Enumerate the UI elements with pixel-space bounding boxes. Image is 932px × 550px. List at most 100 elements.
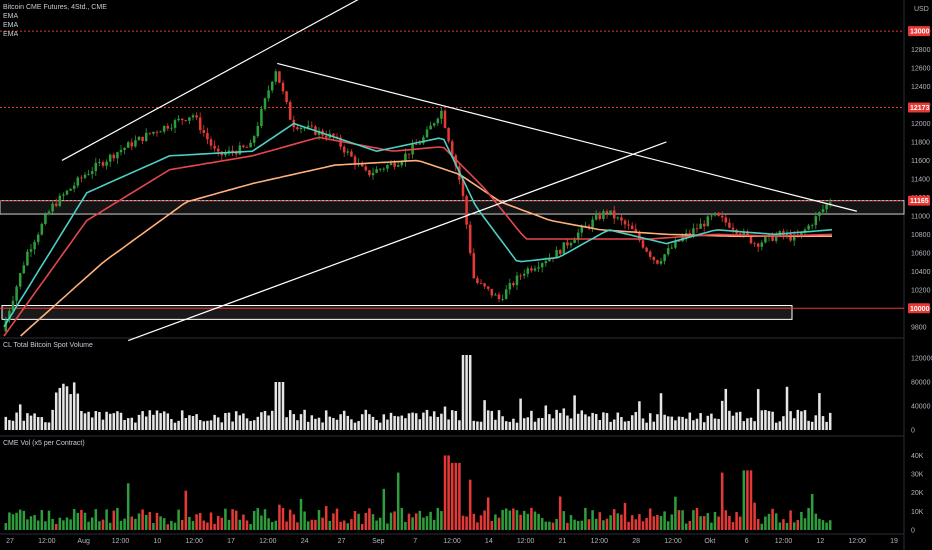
candle-body [83, 174, 87, 178]
cme-volume-bar [605, 518, 609, 530]
cme-volume-bar [342, 520, 346, 530]
indicator-ema-3[interactable]: EMA [3, 30, 107, 39]
volume-bar [767, 411, 771, 430]
cme-volume-bar [332, 513, 335, 530]
x-axis-tick: 12:00 [259, 538, 277, 545]
candle-body [720, 215, 724, 218]
cme-axis-tick: 10K [911, 509, 924, 516]
cme-volume-bar [720, 472, 724, 530]
volume-bar [818, 393, 821, 430]
cme-volume-bar [594, 518, 598, 530]
volume-bar [130, 417, 134, 430]
cme-volume-bar [54, 523, 58, 530]
x-axis-tick: 21 [559, 538, 567, 545]
cme-volume-bar [195, 514, 198, 530]
cme-volume-bar [756, 518, 760, 530]
volume-bar [357, 421, 360, 430]
volume-bar [94, 411, 98, 430]
candle-body [526, 268, 530, 274]
volume-bar [602, 412, 605, 430]
volume-bar [123, 420, 126, 430]
volume-bar [116, 411, 119, 430]
cme-volume-bar [134, 518, 137, 530]
candle-body [299, 127, 303, 130]
cme-volume-bar [357, 513, 360, 530]
volume-bar [674, 420, 677, 430]
candle-body [825, 204, 828, 210]
candle-body [594, 215, 598, 220]
cme-volume-bar [234, 510, 238, 530]
cme-volume-bar [587, 519, 591, 530]
candle-body [144, 132, 148, 142]
indicator-ema-2[interactable]: EMA [3, 21, 107, 30]
candle-body [418, 143, 422, 145]
volume-bar [76, 393, 80, 430]
candle-body [137, 136, 141, 141]
volume-bar [620, 417, 623, 430]
candle-body [76, 177, 80, 186]
candle-body [170, 127, 173, 129]
cme-volume-bar [641, 521, 645, 530]
cme-volume-bar [584, 507, 587, 530]
volume-bar [126, 418, 130, 430]
candle-body [760, 242, 764, 247]
candle-body [609, 210, 612, 214]
cme-volume-bar [8, 512, 11, 530]
volume-bar [648, 413, 652, 430]
volume-bar [454, 410, 458, 430]
volume-bar [612, 419, 616, 430]
cme-volume-bar [303, 511, 306, 530]
volume-bar [461, 355, 465, 430]
cme-volume-bar [101, 519, 105, 530]
cme-volume-bar [634, 519, 638, 530]
volume-bar [598, 419, 602, 430]
volume-bar [735, 412, 738, 430]
candle-body [72, 185, 76, 189]
candle-body [368, 170, 371, 176]
cme-volume-bar [630, 515, 634, 530]
cme-volume-bar [177, 509, 180, 530]
volume-bar [440, 413, 443, 430]
candle-body [807, 225, 810, 230]
x-axis-tick: Okt [704, 538, 715, 545]
volume-bar [184, 418, 188, 430]
price-label-text: 10000 [910, 306, 930, 313]
cme-volume-bar [519, 514, 522, 530]
x-axis-tick: 12:00 [591, 538, 609, 545]
x-axis-tick: 12:00 [443, 538, 461, 545]
cme-volume-bar [782, 519, 785, 530]
candle-body [537, 267, 540, 269]
cme-volume-bar [688, 521, 692, 530]
volume-bar [245, 418, 249, 430]
cme-volume-bar [681, 510, 684, 530]
volume-bar [285, 417, 288, 430]
volume-bar [353, 422, 357, 430]
cme-volume-bar [551, 522, 555, 530]
indicator-ema-1[interactable]: EMA [3, 12, 107, 21]
volume-bar [494, 419, 497, 430]
cme-volume-bar [112, 510, 116, 530]
candle-body [710, 215, 713, 217]
cme-volume-bar [429, 511, 432, 530]
cme-axis-tick: 0 [911, 528, 915, 535]
cme-volume-bar [411, 517, 414, 530]
candle-body [112, 154, 116, 159]
volume-bar [418, 419, 422, 430]
cme-volume-bar [569, 515, 573, 530]
volume-bar [544, 405, 548, 430]
cme-volume-bar [735, 511, 738, 530]
cme-volume-bar [141, 509, 144, 530]
volume-bar [213, 414, 216, 430]
candle-body [501, 299, 504, 300]
x-axis-tick: 28 [632, 538, 640, 545]
volume-bar [699, 413, 702, 430]
cme-volume-bar [148, 512, 152, 530]
cme-volume-bar [450, 462, 454, 530]
cme-volume-bar [627, 521, 630, 530]
volume-bar [573, 395, 576, 430]
candle-body [87, 173, 90, 175]
volume-bar [692, 420, 695, 430]
volume-bar [551, 418, 555, 430]
cme-volume-bar [447, 455, 450, 530]
cme-volume-bar [126, 483, 130, 530]
